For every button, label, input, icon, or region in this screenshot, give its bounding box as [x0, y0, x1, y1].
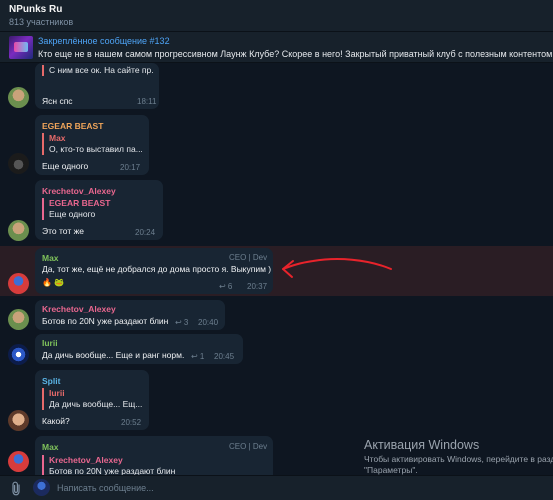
chat-header[interactable]: NPunks Ru 813 участников	[0, 0, 553, 32]
message-bubble[interactable]: С ним все ок. На сайте пр... Ясн спс 18:…	[35, 63, 159, 109]
member-count: 813 участников	[9, 17, 74, 27]
message-text: Да, тот же, ещё не добрался до дома прос…	[42, 264, 272, 274]
message-author[interactable]: Krechetov_Alexey	[42, 186, 116, 196]
pinned-thumbnail	[9, 36, 33, 59]
message-bubble[interactable]: Krechetov_Alexey Ботов по 20N уже раздаю…	[35, 300, 225, 330]
reactions[interactable]: 🔥 🐸	[42, 278, 64, 287]
message-time: 20:17	[120, 163, 141, 172]
message-text: Это тот же	[42, 226, 85, 236]
message-author[interactable]: EGEAR BEAST	[42, 121, 103, 131]
pinned-title: Закреплённое сообщение #132	[38, 36, 170, 46]
watermark-title: Активация Windows	[364, 438, 480, 452]
reply-text: С ним все ок. На сайте пр...	[49, 65, 153, 75]
message-time: 20:52	[121, 418, 142, 427]
reply-author: Max	[49, 133, 66, 143]
user-avatar[interactable]	[8, 344, 29, 365]
message-bubble[interactable]: Max CEO | Dev Да, тот же, ещё не добралс…	[35, 248, 273, 294]
message-text: Да дичь вообще... Еще и ранг норм.	[42, 350, 185, 360]
message-bubble[interactable]: Max CEO | Dev Krechetov_Alexey Ботов по …	[35, 436, 273, 475]
reply-text: Еще одного	[49, 209, 96, 219]
reply-author: Iurii	[49, 388, 65, 398]
message-time: 20:40	[198, 318, 219, 327]
message-time: 20:37	[247, 282, 268, 291]
user-avatar[interactable]	[8, 153, 29, 174]
user-role-badge: CEO | Dev	[229, 442, 268, 451]
pinned-text: Кто еще не в нашем самом прогрессивном Л…	[38, 49, 553, 59]
reply-count[interactable]: ↩ 3	[175, 318, 188, 327]
reply-text: Да дичь вообще... Ещ...	[49, 399, 143, 409]
reply-count[interactable]: ↩ 1	[191, 352, 204, 361]
attach-icon[interactable]	[10, 481, 22, 496]
message-bubble[interactable]: EGEAR BEAST Max О, кто-то выставил па...…	[35, 115, 149, 175]
reply-author: Krechetov_Alexey	[49, 455, 123, 465]
message-author[interactable]: Krechetov_Alexey	[42, 304, 116, 314]
message-text: Ботов по 20N уже раздают блин	[42, 316, 169, 326]
message-author[interactable]: Max	[42, 442, 59, 452]
reply-quote[interactable]: С ним все ок. На сайте пр...	[42, 65, 153, 76]
pinned-message-bar[interactable]: Закреплённое сообщение #132 Кто еще не в…	[0, 32, 553, 63]
user-avatar[interactable]	[8, 309, 29, 330]
message-list[interactable]: С ним все ок. На сайте пр... Ясн спс 18:…	[0, 63, 553, 475]
user-avatar[interactable]	[8, 451, 29, 472]
message-input[interactable]	[57, 480, 537, 496]
user-avatar[interactable]	[8, 273, 29, 294]
reply-text: Ботов по 20N уже раздают блин	[49, 466, 176, 475]
message-text: Еще одного	[42, 161, 89, 171]
message-author[interactable]: Iurii	[42, 338, 58, 348]
user-avatar[interactable]	[8, 410, 29, 431]
message-bubble[interactable]: Split Iurii Да дичь вообще... Ещ... Како…	[35, 370, 149, 430]
reply-author: EGEAR BEAST	[49, 198, 111, 208]
reply-quote[interactable]: Max О, кто-то выставил па...	[42, 133, 143, 155]
annotation-arrow	[282, 258, 392, 278]
message-bubble[interactable]: Iurii Да дичь вообще... Еще и ранг норм.…	[35, 334, 243, 364]
message-time: 20:24	[135, 228, 156, 237]
reply-quote[interactable]: Krechetov_Alexey Ботов по 20N уже раздаю…	[42, 455, 175, 475]
watermark-line-1: Чтобы активировать Windows, перейдите в …	[364, 454, 553, 464]
reply-count[interactable]: ↩ 6	[219, 282, 232, 291]
chat-title[interactable]: NPunks Ru	[9, 4, 62, 15]
message-author[interactable]: Split	[42, 376, 60, 386]
message-time: 18:11	[137, 97, 157, 106]
user-avatar[interactable]	[8, 87, 29, 108]
windows-activation-watermark: Активация Windows Чтобы активировать Win…	[364, 438, 553, 476]
reply-quote[interactable]: Iurii Да дичь вообще... Ещ...	[42, 388, 142, 410]
message-bubble[interactable]: Krechetov_Alexey EGEAR BEAST Еще одного …	[35, 180, 163, 240]
message-author[interactable]: Max	[42, 253, 59, 263]
message-text: Ясн спс	[42, 96, 73, 106]
user-role-badge: CEO | Dev	[229, 253, 268, 262]
send-as-avatar[interactable]	[33, 479, 50, 496]
reply-quote[interactable]: EGEAR BEAST Еще одного	[42, 198, 110, 220]
reply-text: О, кто-то выставил па...	[49, 144, 143, 154]
message-text: Какой?	[42, 416, 70, 426]
user-avatar[interactable]	[8, 220, 29, 241]
message-time: 20:45	[214, 352, 235, 361]
message-composer	[0, 475, 553, 500]
